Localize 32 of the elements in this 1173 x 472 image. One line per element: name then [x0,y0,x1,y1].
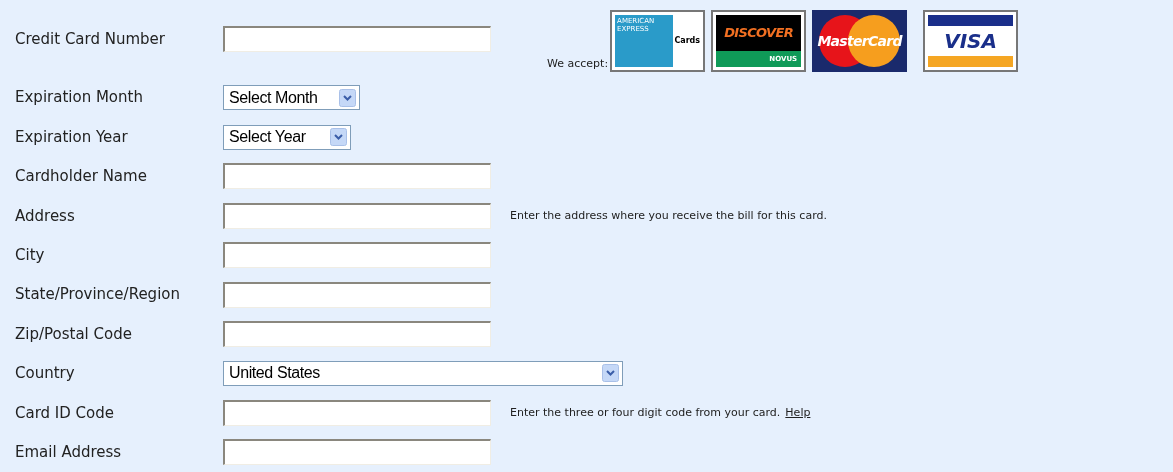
hint-text: Enter the address where you receive the bill for this card. [510,207,827,224]
field-label: Zip/Postal Code [14,323,133,345]
input-field[interactable] [223,321,491,348]
caret-icon [330,128,347,147]
input-field[interactable] [223,202,491,229]
select-dropdown[interactable]: United States [223,360,623,386]
field-label: State/Province/Region [14,284,181,306]
input-field[interactable] [223,26,491,52]
input-field[interactable] [223,242,491,269]
select-dropdown[interactable]: Select Year [223,124,351,150]
caret-icon [602,364,619,383]
hint-text: Enter the three or four digit code from your card. [510,404,781,421]
field-label: Country [14,363,76,385]
field-label: Cardholder Name [14,166,148,188]
field-label: Credit Card Number [14,28,166,50]
field-label: City [14,245,46,266]
input-field[interactable] [223,281,491,308]
select-dropdown[interactable]: Select Month [223,85,360,111]
help-link[interactable]: Help [785,404,811,422]
field-label: Address [14,205,76,227]
input-field[interactable] [223,439,491,466]
accept-label: We accept: [547,55,609,72]
logo-text: DISCOVER [724,24,794,43]
field-label: Email Address [14,441,123,463]
input-field[interactable] [223,399,491,426]
field-label: Expiration Year [14,126,129,148]
field-label: Expiration Month [14,87,144,109]
logo-text: VISA [944,28,997,55]
caret-icon [339,88,356,107]
logo-text: Cards [674,35,701,47]
field-label: Card ID Code [14,402,115,424]
input-field[interactable] [223,163,491,190]
